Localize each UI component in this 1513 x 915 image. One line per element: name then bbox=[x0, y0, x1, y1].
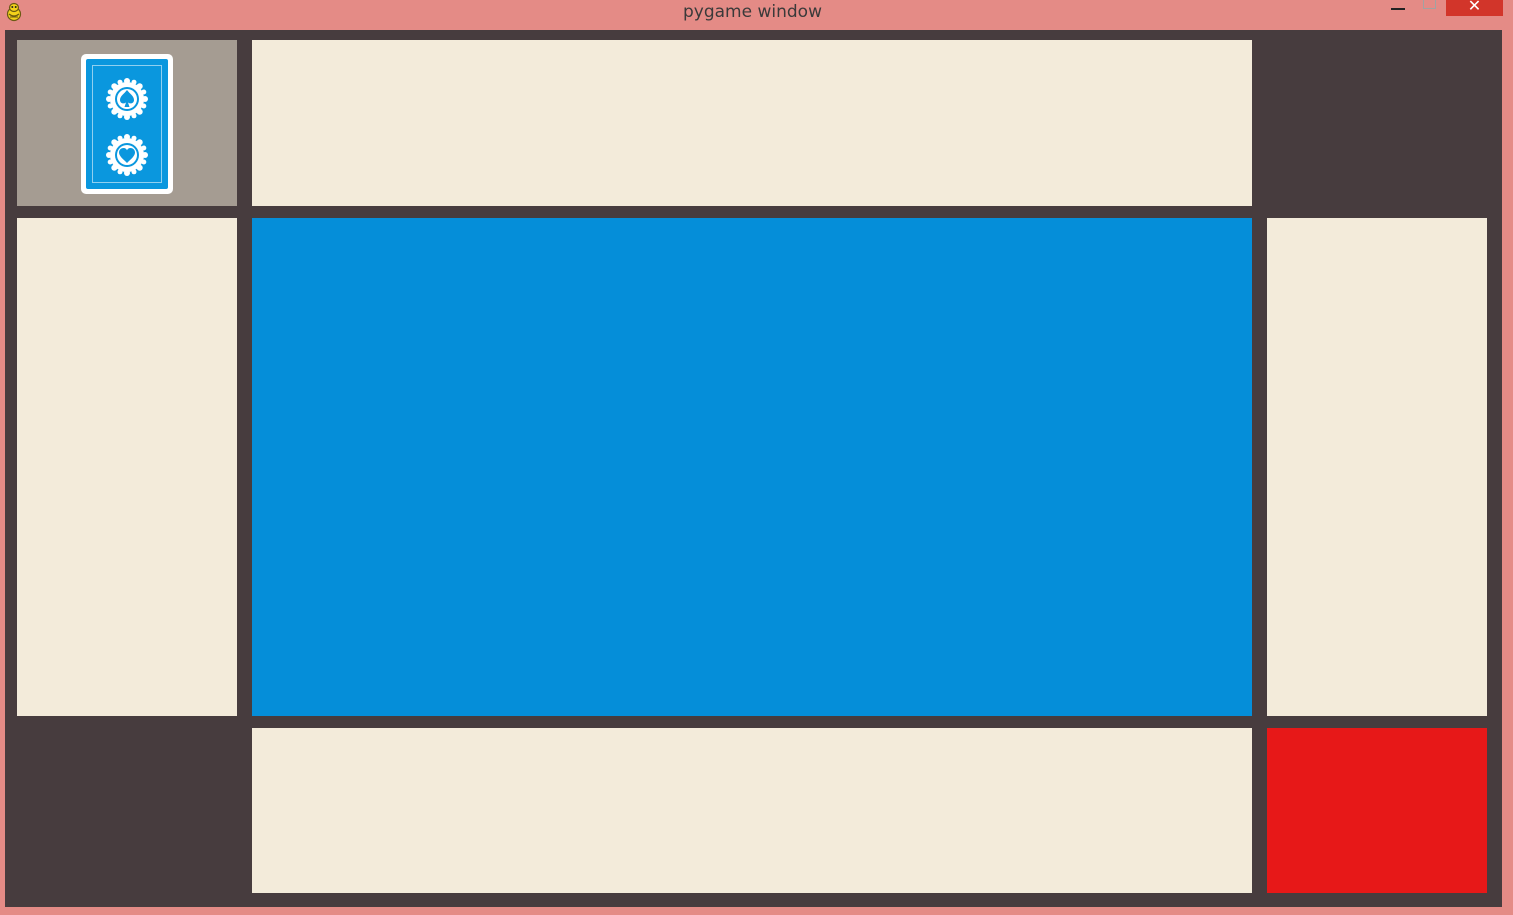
spade-emblem-icon bbox=[106, 78, 148, 120]
title-bar[interactable]: pygame window ✕ bbox=[0, 0, 1513, 30]
heart-emblem-icon bbox=[106, 134, 148, 176]
close-button[interactable]: ✕ bbox=[1446, 0, 1503, 16]
card-back bbox=[86, 59, 168, 189]
game-canvas[interactable] bbox=[5, 30, 1502, 907]
deck-area[interactable] bbox=[17, 40, 237, 206]
maximize-button[interactable] bbox=[1414, 0, 1446, 20]
deck-card[interactable] bbox=[81, 54, 173, 194]
window-title: pygame window bbox=[683, 2, 822, 22]
pygame-window: pygame window ✕ bbox=[0, 0, 1513, 915]
table-play-area[interactable] bbox=[252, 218, 1252, 716]
close-icon: ✕ bbox=[1467, 0, 1482, 15]
red-action-button[interactable] bbox=[1267, 728, 1487, 893]
minimize-button[interactable] bbox=[1381, 0, 1415, 20]
right-hand-area[interactable] bbox=[1267, 218, 1487, 716]
left-hand-area[interactable] bbox=[17, 218, 237, 716]
bottom-hand-area[interactable] bbox=[252, 728, 1252, 893]
top-hand-area[interactable] bbox=[252, 40, 1252, 206]
